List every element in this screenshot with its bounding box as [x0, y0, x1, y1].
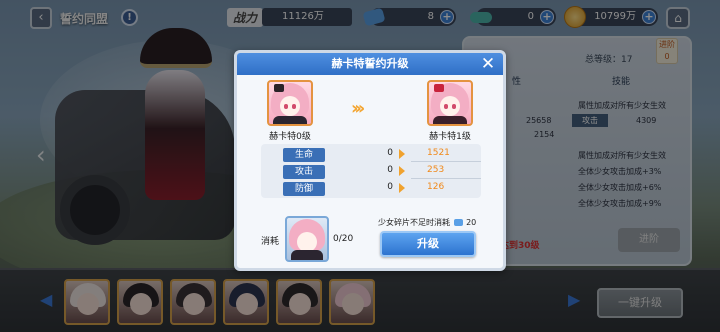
next-level-name: 赫卡特1级 [429, 132, 471, 142]
substitute-note: 少女碎片不足时消耗 20 [378, 217, 476, 228]
stat-from: 0 [387, 182, 393, 192]
stat-to: 253 [427, 165, 445, 175]
stat-row-attack: 攻击 0 253 [261, 165, 481, 180]
stat-from: 0 [387, 148, 393, 158]
stat-row-hp: 生命 0 1521 [261, 148, 481, 163]
fragment-item[interactable] [285, 216, 329, 262]
stat-to: 126 [427, 182, 445, 192]
dialog-header: 赫卡特誓约升级 [237, 53, 503, 75]
oath-upgrade-dialog: 赫卡特誓约升级 ✕ 赫卡特0级 ››› 赫卡特1级 生命 0 1521 攻击 0… [234, 50, 506, 271]
chevron-right-icon: ››› [351, 98, 365, 119]
stat-label: 防御 [283, 182, 325, 196]
stat-to: 1521 [427, 148, 450, 158]
arrow-right-icon [399, 166, 405, 176]
close-icon[interactable]: ✕ [479, 55, 497, 73]
stat-label: 攻击 [283, 165, 325, 179]
arrow-right-icon [399, 183, 405, 193]
fragment-count: 0/20 [333, 234, 354, 244]
stat-row-defense: 防御 0 126 [261, 182, 481, 197]
note-text: 少女碎片不足时消耗 [378, 218, 450, 227]
stat-from: 0 [387, 165, 393, 175]
dialog-title: 赫卡特誓约升级 [331, 57, 409, 70]
upgrade-button[interactable]: 升级 [380, 231, 476, 257]
note-cost: 20 [466, 218, 477, 227]
portrait-next [427, 80, 473, 126]
stat-panel: 生命 0 1521 攻击 0 253 防御 0 126 [261, 144, 481, 198]
stat-label: 生命 [283, 148, 325, 162]
portrait-current [267, 80, 313, 126]
current-level-name: 赫卡特0级 [269, 132, 311, 142]
arrow-right-icon [399, 149, 405, 159]
currency-icon [453, 219, 463, 226]
cost-label: 消耗 [261, 237, 280, 247]
